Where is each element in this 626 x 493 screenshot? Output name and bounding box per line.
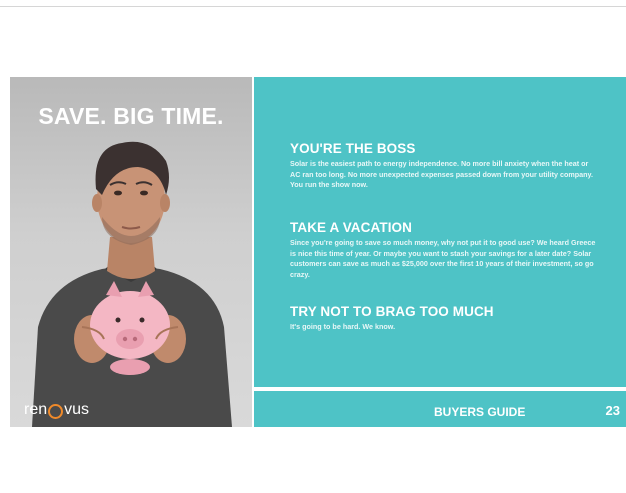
logo-text-right: vus	[64, 401, 90, 418]
section-body: It's going to be hard. We know.	[290, 322, 396, 331]
section-boss: YOU'RE THE BOSS Solar is the easiest pat…	[290, 141, 600, 191]
headline: SAVE. BIG TIME.	[38, 103, 224, 129]
brochure-page: SAVE. BIG TIME. ren vus YOU'RE THE BOSS …	[10, 77, 626, 427]
page-number: 23	[605, 403, 620, 418]
photo-panel: SAVE. BIG TIME. ren vus	[10, 77, 252, 427]
section-heading: TAKE A VACATION	[290, 220, 412, 235]
content-panel: YOU'RE THE BOSS Solar is the easiest pat…	[254, 77, 626, 387]
top-rule	[0, 6, 626, 7]
renovus-logo: ren vus	[24, 401, 89, 419]
logo-o-icon	[48, 403, 64, 419]
section-brag: TRY NOT TO BRAG TOO MUCH It's going to b…	[290, 304, 600, 333]
section-vacation: TAKE A VACATION Since you're going to sa…	[290, 220, 600, 280]
section-body: Since you're going to save so much money…	[290, 238, 596, 279]
section-heading: TRY NOT TO BRAG TOO MUCH	[290, 304, 494, 319]
page-footer: BUYERS GUIDE 23	[254, 391, 626, 427]
footer-label: BUYERS GUIDE	[434, 405, 526, 419]
logo-text-left: ren	[24, 401, 48, 418]
section-heading: YOU'RE THE BOSS	[290, 141, 416, 156]
section-body: Solar is the easiest path to energy inde…	[290, 159, 593, 190]
